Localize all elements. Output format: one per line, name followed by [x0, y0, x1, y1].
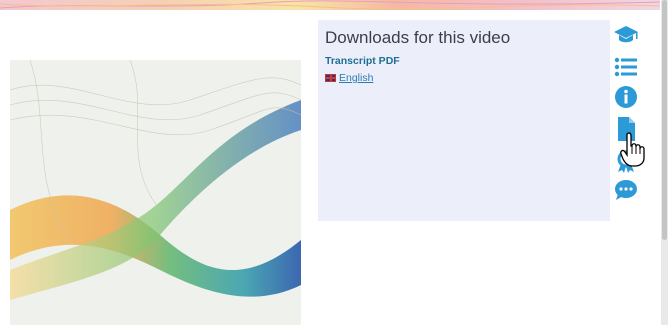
hand-cursor-icon [620, 132, 645, 167]
list-icon[interactable] [612, 55, 640, 79]
side-toolbar [612, 22, 645, 212]
downloads-title: Downloads for this video [325, 28, 511, 47]
chat-icon[interactable] [612, 178, 640, 202]
video-thumbnail[interactable] [10, 60, 301, 325]
scrollbar-thumb[interactable] [662, 0, 667, 240]
download-english-link[interactable]: English [325, 72, 373, 84]
top-decorative-banner [0, 0, 660, 10]
graduation-cap-icon[interactable] [612, 22, 640, 46]
transcript-pdf-label: Transcript PDF [325, 55, 400, 67]
language-link-label: English [339, 72, 374, 84]
uk-flag-icon [325, 74, 336, 82]
page-scrollbar[interactable] [661, 0, 668, 325]
info-icon[interactable] [612, 85, 640, 109]
downloads-panel: Downloads for this video Transcript PDF … [318, 20, 610, 221]
